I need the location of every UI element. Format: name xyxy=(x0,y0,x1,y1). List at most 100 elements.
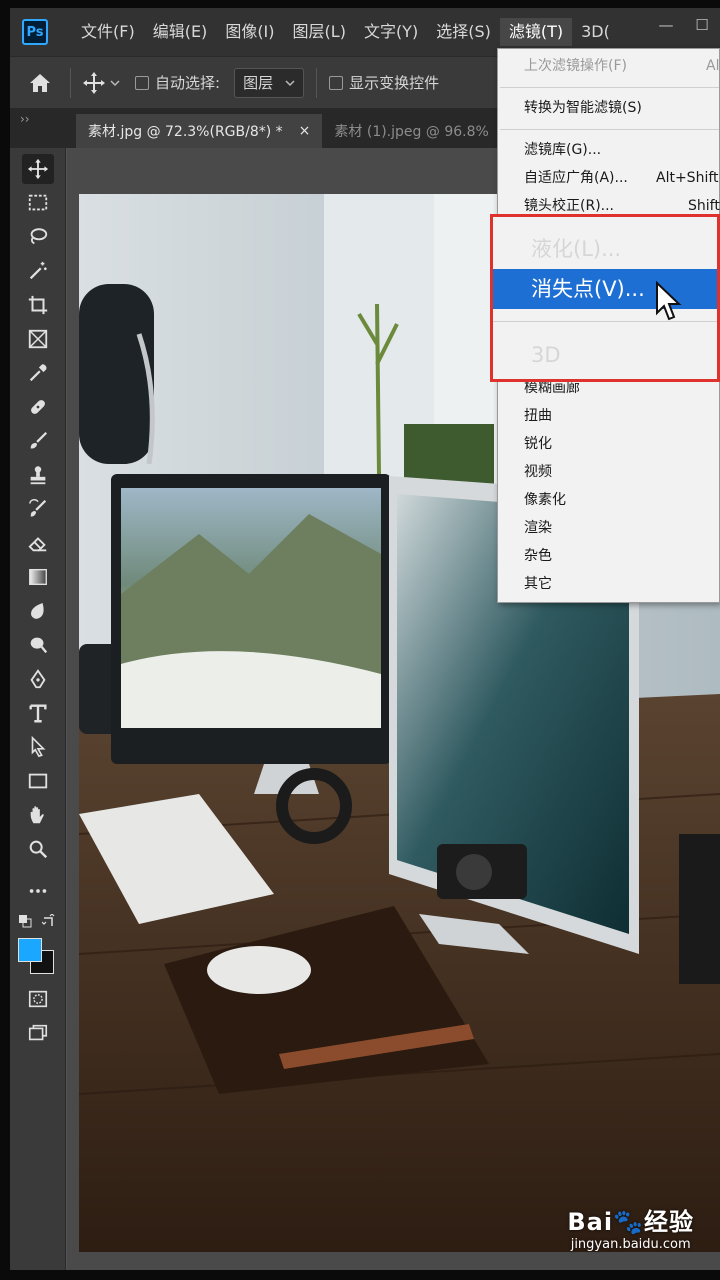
menu-item-adaptive-wide-angle[interactable]: 自适应广角(A)... Alt+Shift xyxy=(498,165,720,191)
eyedropper-tool[interactable] xyxy=(22,358,54,388)
hand-icon xyxy=(30,806,44,824)
color-controls xyxy=(18,914,58,930)
menu-item-label: 上次滤镜操作(F) xyxy=(524,58,627,74)
dodge-icon xyxy=(30,637,48,654)
menu-edit[interactable]: 编辑(E) xyxy=(144,18,217,46)
screen-mode-icon xyxy=(28,1024,48,1041)
crop-icon xyxy=(28,295,48,315)
gradient-icon xyxy=(29,568,47,586)
dodge-tool[interactable] xyxy=(22,630,54,660)
more-icon xyxy=(29,889,47,893)
menu-layer[interactable]: 图层(L) xyxy=(284,18,355,46)
menu-item-convert-smart-filters[interactable]: 转换为智能滤镜(S) xyxy=(498,95,720,121)
eraser-icon xyxy=(28,537,47,552)
tab-document-2[interactable]: 素材 (1).jpeg @ 96.8% xyxy=(322,114,500,148)
photoshop-window: Ps 文件(F) 编辑(E) 图像(I) 图层(L) 文字(Y) 选择(S) 滤… xyxy=(10,8,720,1270)
crop-tool[interactable] xyxy=(22,290,54,320)
submenu-video[interactable]: 视频 xyxy=(498,459,720,485)
show-transform-checkbox[interactable] xyxy=(329,75,344,90)
default-colors-icon[interactable] xyxy=(18,914,32,928)
watermark-title: Bai🐾经验 xyxy=(567,1202,694,1237)
chevron-down-icon xyxy=(285,79,295,86)
close-icon[interactable]: × xyxy=(299,123,311,139)
auto-select-option[interactable]: 自动选择: xyxy=(135,72,220,93)
frame-tool[interactable] xyxy=(22,324,54,354)
quick-mask-icon xyxy=(28,990,48,1008)
auto-select-checkbox[interactable] xyxy=(135,75,149,90)
magic-wand-tool[interactable] xyxy=(22,256,54,286)
blur-tool[interactable] xyxy=(22,596,54,626)
menu-item-label: 自适应广角(A)... xyxy=(524,170,628,186)
auto-select-label: 自动选择: xyxy=(155,74,221,92)
submenu-other[interactable]: 其它 xyxy=(498,571,720,597)
swap-colors-icon[interactable] xyxy=(42,914,56,928)
more-tools[interactable] xyxy=(22,876,54,906)
submenu-3d[interactable]: 3D xyxy=(493,335,717,375)
menu-image[interactable]: 图像(I) xyxy=(216,18,283,46)
gradient-tool[interactable] xyxy=(22,562,54,592)
auto-select-target-value: 图层 xyxy=(243,74,274,92)
quick-mask-button[interactable] xyxy=(22,984,54,1014)
paw-icon: 🐾 xyxy=(613,1208,644,1236)
healing-tool[interactable] xyxy=(22,392,54,422)
type-tool[interactable] xyxy=(22,698,54,728)
minimize-button[interactable]: — xyxy=(648,16,684,36)
move-tool[interactable] xyxy=(22,154,54,184)
tools-panel xyxy=(10,148,66,1270)
zoom-icon xyxy=(29,840,48,859)
tab-label: 素材.jpg @ 72.3%(RGB/8*) * xyxy=(88,124,283,140)
options-divider xyxy=(316,67,318,98)
eraser-tool[interactable] xyxy=(22,528,54,558)
submenu-distort[interactable]: 扭曲 xyxy=(498,403,720,429)
history-brush-icon xyxy=(29,499,47,517)
hand-tool[interactable] xyxy=(22,800,54,830)
move-icon xyxy=(27,158,49,180)
stamp-tool[interactable] xyxy=(22,460,54,490)
menu-filter[interactable]: 滤镜(T) xyxy=(499,18,573,46)
menu-type[interactable]: 文字(Y) xyxy=(355,18,427,46)
auto-select-target-dropdown[interactable]: 图层 xyxy=(234,67,305,98)
submenu-sharpen[interactable]: 锐化 xyxy=(498,431,720,457)
tab-document-1[interactable]: 素材.jpg @ 72.3%(RGB/8*) * × xyxy=(76,114,323,148)
maximize-button[interactable]: ☐ xyxy=(684,16,720,36)
history-brush-tool[interactable] xyxy=(22,494,54,524)
marquee-tool[interactable] xyxy=(22,188,54,218)
watermark-bai: Bai xyxy=(567,1208,614,1236)
marquee-icon xyxy=(28,194,48,211)
watermark: Bai🐾经验 jingyan.baidu.com xyxy=(567,1202,694,1252)
home-button[interactable] xyxy=(10,72,70,94)
submenu-pixelate[interactable]: 像素化 xyxy=(498,487,720,513)
menu-file[interactable]: 文件(F) xyxy=(72,18,144,46)
submenu-noise[interactable]: 杂色 xyxy=(498,543,720,569)
brush-tool[interactable] xyxy=(22,426,54,456)
show-transform-option[interactable]: 显示变换控件 xyxy=(329,72,439,93)
watermark-url: jingyan.baidu.com xyxy=(570,1237,691,1252)
lasso-tool[interactable] xyxy=(22,222,54,252)
panel-collapse-icon[interactable]: ›› xyxy=(10,108,76,148)
blur-icon xyxy=(30,603,44,619)
eyedropper-icon xyxy=(29,364,47,382)
brush-icon xyxy=(30,431,48,449)
foreground-color-swatch[interactable] xyxy=(18,938,42,962)
menu-item-filter-gallery[interactable]: 滤镜库(G)... xyxy=(498,137,720,163)
lasso-icon xyxy=(30,228,48,245)
menu-separator xyxy=(500,129,719,130)
rectangle-icon xyxy=(28,773,48,789)
tab-label: 素材 (1).jpeg @ 96.8% xyxy=(334,124,489,140)
healing-icon xyxy=(31,400,45,414)
rectangle-tool[interactable] xyxy=(22,766,54,796)
screen-mode-button[interactable] xyxy=(22,1018,54,1048)
pen-tool[interactable] xyxy=(22,664,54,694)
menu-item-last-filter[interactable]: 上次滤镜操作(F) Alt xyxy=(498,53,720,79)
path-select-tool[interactable] xyxy=(22,732,54,762)
pen-icon xyxy=(30,669,46,689)
menu-3d[interactable]: 3D( xyxy=(572,18,619,46)
mouse-cursor-icon xyxy=(656,281,682,321)
stamp-icon xyxy=(30,466,46,485)
menu-select[interactable]: 选择(S) xyxy=(427,18,500,46)
menu-item-liquify[interactable]: 液化(L)... xyxy=(493,229,717,269)
zoom-tool[interactable] xyxy=(22,834,54,864)
tool-preset-picker[interactable] xyxy=(71,71,131,95)
submenu-render[interactable]: 渲染 xyxy=(498,515,720,541)
app-logo: Ps xyxy=(22,19,48,45)
